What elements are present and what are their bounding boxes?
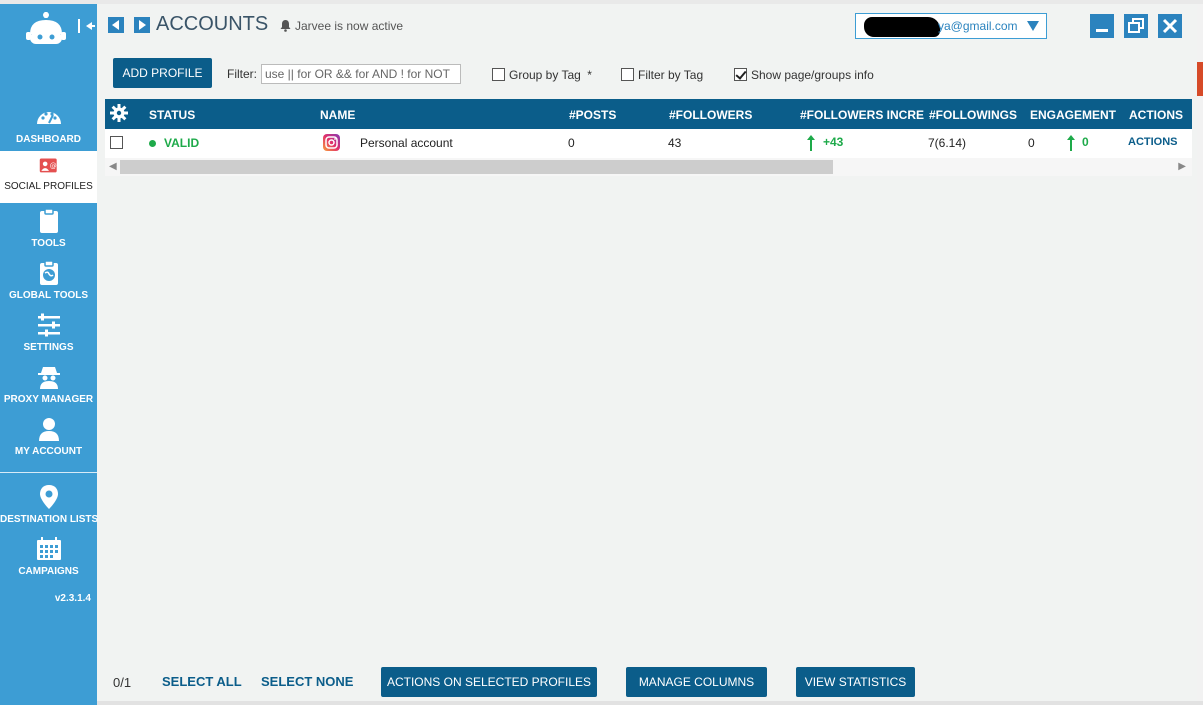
back-arrow-icon[interactable] (108, 17, 124, 33)
clipboard-icon (39, 208, 58, 233)
social-profiles-icon: @ (39, 158, 56, 173)
scroll-right-icon[interactable]: ▶ (1178, 161, 1186, 172)
selection-count: 0/1 (113, 675, 132, 690)
sidebar-item-label: MY ACCOUNT (14, 446, 83, 457)
filter-label: Filter: (227, 67, 257, 81)
filter-input[interactable] (261, 64, 461, 84)
sidebar-item-label: CAMPAIGNS (18, 566, 79, 577)
show-info-label: Show page/groups info (751, 67, 874, 82)
status-message: Jarvee is now active (295, 19, 404, 33)
redacted-area (864, 17, 940, 37)
sidebar-item-social-profiles[interactable]: @ SOCIAL PROFILES (0, 151, 97, 203)
sidebar-item-tools[interactable]: TOOLS (0, 208, 97, 260)
user-icon (38, 418, 59, 441)
sidebar-item-label: DESTINATION LISTS (0, 514, 99, 525)
column-header-engagement[interactable]: ENGAGEMENT (1030, 108, 1116, 122)
row-actions-link[interactable]: ACTIONS (1128, 136, 1178, 148)
filter-by-tag-toggle[interactable]: Filter by Tag (621, 66, 703, 84)
group-by-tag-label: Group by Tag (509, 67, 581, 82)
view-statistics-button[interactable]: VIEW STATISTICS (796, 667, 915, 697)
profile-name[interactable]: Personal account (360, 136, 453, 150)
sidebar-item-settings[interactable]: SETTINGS (0, 312, 97, 364)
svg-text:@: @ (49, 162, 56, 170)
arrow-up-icon (1067, 135, 1075, 151)
sidebar-item-label: SETTINGS (23, 342, 74, 353)
column-header-status[interactable]: STATUS (149, 108, 195, 122)
dashboard-icon (36, 112, 61, 124)
sidebar-item-label: PROXY MANAGER (3, 394, 94, 405)
sliders-icon (37, 313, 60, 337)
globe-clipboard-icon (39, 260, 58, 285)
gear-icon[interactable] (110, 104, 128, 122)
show-info-toggle[interactable]: Show page/groups info (734, 66, 874, 84)
engagement-change: 0 (1082, 135, 1089, 149)
bell-icon (280, 20, 291, 32)
column-header-followers[interactable]: #FOLLOWERS (669, 108, 752, 122)
actions-on-selected-button[interactable]: ACTIONS ON SELECTED PROFILES (381, 667, 597, 697)
account-select[interactable]: ya@gmail.com (855, 13, 1047, 39)
sidebar-item-destination-lists[interactable]: DESTINATION LISTS (0, 484, 99, 536)
account-email: ya@gmail.com (938, 19, 1018, 33)
followers-increase: +43 (823, 135, 844, 149)
manage-columns-button[interactable]: MANAGE COLUMNS (626, 667, 767, 697)
sidebar-item-campaigns[interactable]: CAMPAIGNS (0, 536, 97, 588)
group-by-tag-toggle[interactable]: Group by Tag * (492, 66, 592, 84)
collapse-sidebar-icon[interactable] (76, 16, 96, 36)
arrow-up-icon (807, 135, 815, 151)
add-profile-button[interactable]: ADD PROFILE (113, 58, 212, 88)
row-select-checkbox[interactable] (110, 136, 123, 149)
browser-tab-strip (0, 0, 1203, 4)
minimize-window-icon[interactable] (1090, 14, 1114, 38)
scrollbar-thumb[interactable] (120, 160, 833, 174)
engagement-value: 0 (1028, 136, 1035, 150)
status-dot (149, 140, 156, 147)
group-by-tag-mark: * (587, 67, 592, 82)
followers-count: 43 (668, 136, 682, 150)
spy-icon (37, 367, 60, 389)
sidebar-item-global-tools[interactable]: GLOBAL TOOLS (0, 260, 97, 312)
followings-count: 7(6.14) (928, 136, 967, 150)
map-pin-icon (39, 485, 58, 509)
sidebar-item-label: DASHBOARD (16, 134, 81, 145)
column-header-posts[interactable]: #POSTS (569, 108, 616, 122)
forward-arrow-icon[interactable] (134, 17, 150, 33)
horizontal-scrollbar[interactable]: ◀ ▶ (105, 158, 1192, 176)
sidebar-divider (0, 472, 97, 473)
filter-by-tag-label: Filter by Tag (638, 67, 704, 82)
chevron-down-icon (1027, 21, 1039, 31)
select-none-link[interactable]: SELECT NONE (261, 674, 353, 689)
table-row[interactable]: VALID Personal account 0 43 +43 7(6.14) … (105, 129, 1192, 158)
show-info-checkbox[interactable] (734, 68, 747, 82)
calendar-icon (36, 537, 61, 560)
table-header: STATUS NAME #POSTS #FOLLOWERS #FOLLOWERS… (105, 99, 1192, 129)
column-header-name[interactable]: NAME (320, 108, 355, 122)
restore-window-icon[interactable] (1124, 14, 1148, 38)
column-header-followers-increase[interactable]: #FOLLOWERS INCREA (800, 108, 924, 122)
sidebar-item-label: TOOLS (31, 238, 66, 249)
sidebar-item-proxy-manager[interactable]: PROXY MANAGER (0, 364, 97, 416)
sidebar-item-label: SOCIAL PROFILES (4, 181, 93, 192)
column-header-actions[interactable]: ACTIONS (1129, 108, 1183, 122)
group-by-tag-checkbox[interactable] (492, 68, 505, 82)
status-badge: VALID (164, 136, 200, 150)
window-bottom-edge (97, 701, 1203, 705)
close-window-icon[interactable] (1158, 14, 1182, 38)
sidebar-item-my-account[interactable]: MY ACCOUNT (0, 416, 97, 468)
robot-logo-icon (26, 12, 66, 44)
filter-by-tag-checkbox[interactable] (621, 68, 634, 82)
page-title: ACCOUNTS (156, 13, 269, 35)
column-header-followings[interactable]: #FOLLOWINGS (929, 108, 1017, 122)
window-right-edge (1197, 4, 1203, 705)
app-version: v2.3.1.4 (54, 593, 91, 604)
sidebar: DASHBOARD @ SOCIAL PROFILES TOOLS GLOBAL… (0, 4, 99, 705)
sidebar-item-label: GLOBAL TOOLS (8, 290, 89, 301)
sidebar-item-dashboard[interactable]: DASHBOARD (0, 104, 97, 156)
posts-count: 0 (568, 136, 575, 150)
scroll-left-icon[interactable]: ◀ (109, 161, 117, 172)
window-right-accent (1197, 62, 1203, 96)
instagram-icon (323, 134, 340, 151)
select-all-link[interactable]: SELECT ALL (162, 674, 242, 689)
